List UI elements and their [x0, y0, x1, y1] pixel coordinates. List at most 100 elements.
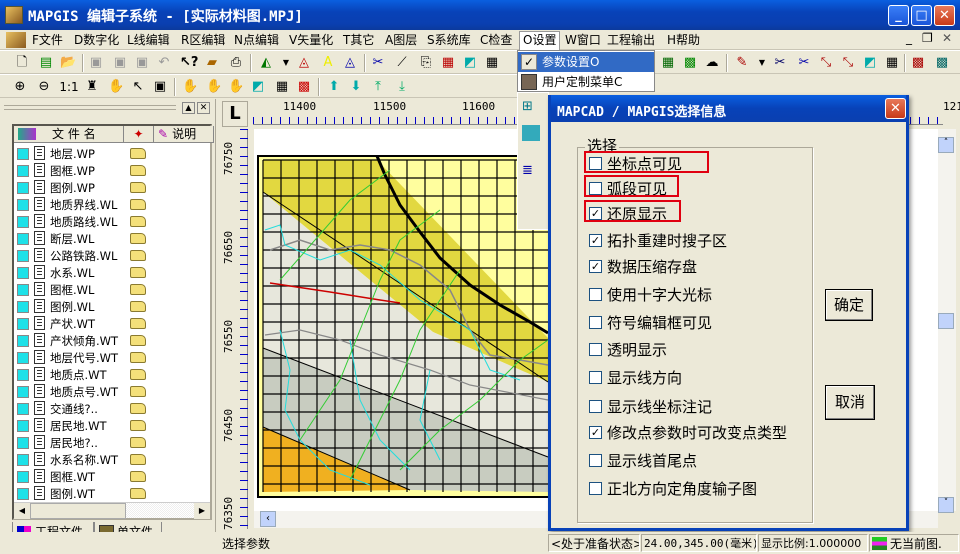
file-row[interactable]: 地层.WP — [14, 145, 210, 162]
column-header-description[interactable]: ✎ 说明 — [154, 126, 214, 143]
help-pointer-icon[interactable]: ↖? — [180, 55, 198, 71]
file-row[interactable]: 地质界线.WL — [14, 196, 210, 213]
folder-icon[interactable] — [130, 471, 146, 482]
maximize-button[interactable]: □ — [911, 5, 932, 26]
dialog-close-button[interactable]: ✕ — [885, 98, 906, 119]
visibility-checkbox[interactable] — [17, 437, 29, 449]
mdi-close-button[interactable]: ✕ — [942, 31, 952, 45]
folder-icon[interactable] — [130, 301, 146, 312]
folder-icon[interactable] — [130, 318, 146, 329]
new-file-icon[interactable]: 🗋 — [14, 55, 30, 71]
scroll-left-button[interactable]: ◀ — [14, 503, 30, 519]
option-checkbox[interactable] — [589, 316, 602, 329]
menu-point-edit[interactable]: N点编辑 — [231, 32, 282, 48]
file-row[interactable]: 水系.WL — [14, 264, 210, 281]
tree-icon[interactable]: ⊞ — [522, 99, 540, 115]
visibility-checkbox[interactable] — [17, 250, 29, 262]
option-label[interactable]: 正北方向定角度输子图 — [607, 480, 757, 498]
visibility-checkbox[interactable] — [17, 454, 29, 466]
ok-button[interactable]: 确定 — [825, 289, 873, 321]
folder-icon[interactable] — [130, 267, 146, 278]
column-header-filename[interactable]: 文 件 名 — [14, 126, 124, 143]
topology-icon[interactable]: ▩ — [910, 55, 926, 71]
scroll-left-button[interactable]: ‹ — [260, 511, 276, 527]
cloud-edit-icon[interactable]: ☁ — [704, 55, 720, 71]
save-as-icon[interactable]: ▣ — [112, 55, 128, 71]
cancel-button[interactable]: 取消 — [825, 385, 875, 420]
folder-icon[interactable] — [130, 216, 146, 227]
option-checkbox[interactable]: ✓ — [589, 234, 602, 247]
file-row[interactable]: 图例.WL — [14, 298, 210, 315]
option-checkbox[interactable] — [589, 482, 602, 495]
region-fill-icon[interactable]: ▩ — [682, 55, 698, 71]
option-label[interactable]: 使用十字大光标 — [607, 286, 712, 304]
visibility-checkbox[interactable] — [17, 233, 29, 245]
line-pen-icon[interactable]: ✎ — [734, 55, 750, 71]
folder-icon[interactable] — [130, 165, 146, 176]
symbol-icon[interactable]: ◬ — [342, 55, 358, 71]
visibility-checkbox[interactable] — [17, 420, 29, 432]
move-up-icon[interactable]: ⬆ — [326, 79, 342, 95]
menu-item-parameter-settings[interactable]: ✓ 参数设置O — [518, 52, 654, 72]
save-icon[interactable]: ▣ — [88, 55, 104, 71]
edit-params-icon[interactable]: ▦ — [440, 55, 456, 71]
option-checkbox[interactable] — [589, 288, 602, 301]
cactus-icon[interactable] — [522, 125, 540, 141]
folder-icon[interactable] — [130, 148, 146, 159]
zoom-out-icon[interactable]: ⊖ — [36, 79, 52, 95]
menu-region-edit[interactable]: R区编辑 — [178, 32, 228, 48]
file-row[interactable]: 居民地.WT — [14, 417, 210, 434]
menu-settings[interactable]: O设置 — [519, 31, 561, 50]
file-row[interactable]: 地质点号.WT — [14, 383, 210, 400]
topology-grid-icon[interactable]: ▩ — [934, 55, 950, 71]
doc-icon[interactable] — [6, 32, 26, 48]
file-row[interactable]: 居民地?.. — [14, 434, 210, 451]
option-label[interactable]: 显示线首尾点 — [607, 452, 697, 470]
file-row[interactable]: 图框.WT — [14, 468, 210, 485]
panel-close-button[interactable]: ✕ — [197, 102, 210, 114]
option-label[interactable]: 符号编辑框可见 — [607, 314, 712, 332]
move-top-icon[interactable]: ⤒ — [370, 79, 386, 95]
pan-hand-icon[interactable]: ✋ — [108, 79, 124, 95]
visibility-checkbox[interactable] — [17, 284, 29, 296]
extend-line-icon[interactable]: ⤡ — [818, 55, 834, 71]
line-layer-icon[interactable]: ✋ — [206, 79, 222, 95]
cut-line-icon[interactable]: ✂ — [772, 55, 788, 71]
menu-check[interactable]: C检查 — [477, 32, 515, 48]
visibility-checkbox[interactable] — [17, 488, 29, 500]
file-row[interactable]: 图框.WL — [14, 281, 210, 298]
open-folder-icon[interactable]: 📂 — [60, 55, 76, 71]
folder-icon[interactable] — [130, 454, 146, 465]
scroll-thumb[interactable] — [938, 313, 954, 329]
sort-icon[interactable]: ≣ — [522, 163, 540, 179]
visibility-checkbox[interactable] — [17, 403, 29, 415]
file-row[interactable]: 地质点.WT — [14, 366, 210, 383]
option-checkbox[interactable]: ✓ — [589, 260, 602, 273]
menu-file[interactable]: F文件 — [29, 32, 66, 48]
visibility-checkbox[interactable] — [17, 182, 29, 194]
clear-icon[interactable]: ▩ — [296, 79, 312, 95]
point-layer-icon[interactable]: ✋ — [182, 79, 198, 95]
file-row[interactable]: 图例.WP — [14, 179, 210, 196]
cut-line-2-icon[interactable]: ✂ — [796, 55, 812, 71]
option-label[interactable]: 透明显示 — [607, 341, 667, 359]
file-row[interactable]: 图例.WT — [14, 485, 210, 502]
dropdown-arrow-icon[interactable]: ▼ — [278, 55, 294, 71]
panel-grip[interactable] — [4, 105, 176, 110]
visibility-checkbox[interactable] — [17, 318, 29, 330]
menu-system-library[interactable]: S系统库 — [424, 32, 474, 48]
mdi-restore-button[interactable]: ❐ — [922, 31, 933, 45]
visibility-checkbox[interactable] — [17, 148, 29, 160]
file-row[interactable]: 产状倾角.WT — [14, 332, 210, 349]
folder-icon[interactable] — [130, 369, 146, 380]
refresh-icon[interactable]: ♜ — [84, 79, 100, 95]
visibility-checkbox[interactable] — [17, 471, 29, 483]
print-icon[interactable]: ⎙ — [228, 55, 244, 71]
add-point-icon[interactable]: ◭ — [258, 55, 274, 71]
copy-icon[interactable]: ⎘ — [418, 55, 434, 71]
visibility-checkbox[interactable] — [17, 335, 29, 347]
file-row[interactable]: 公路铁路.WL — [14, 247, 210, 264]
copy-node-icon[interactable]: ⟋ — [394, 55, 410, 71]
map-display-icon[interactable]: ▰ — [204, 55, 220, 71]
panel-collapse-button[interactable]: ▲ — [182, 102, 195, 114]
